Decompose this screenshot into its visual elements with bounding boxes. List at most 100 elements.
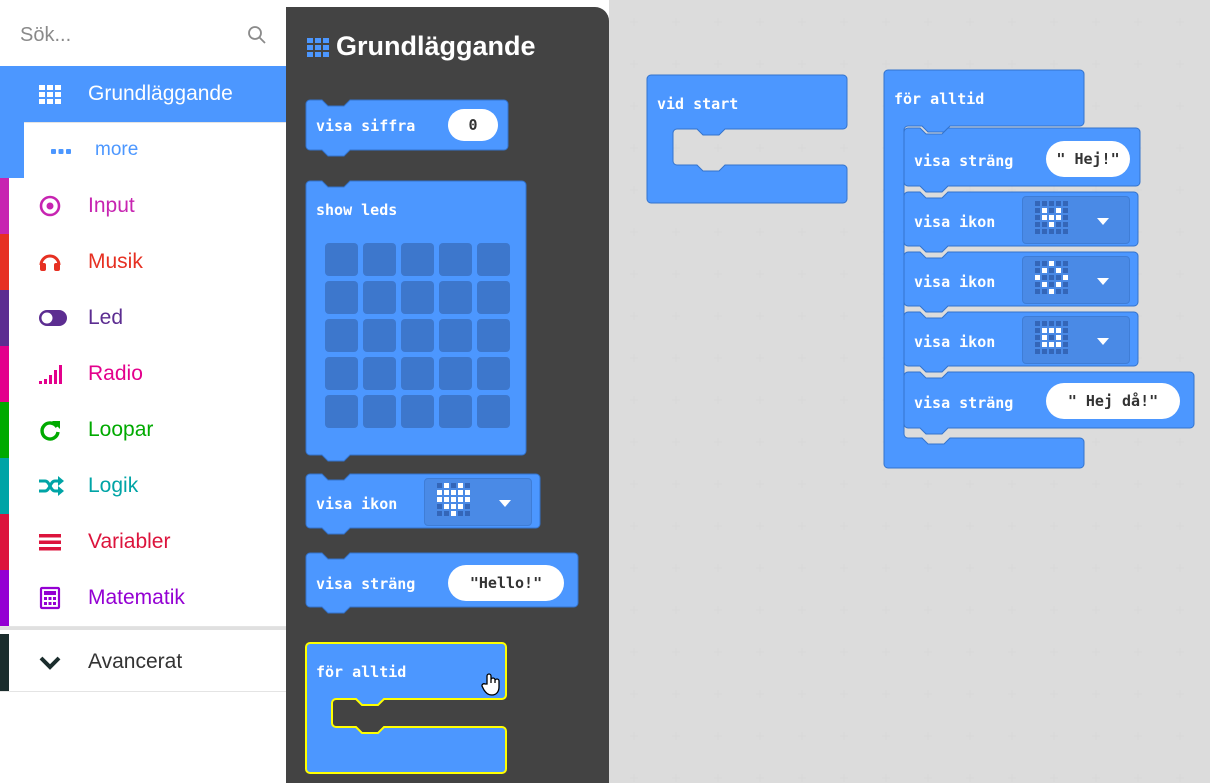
icon-dropdown[interactable] [1022,316,1130,364]
block-visa-ikon[interactable]: visa ikon [903,190,1139,253]
icon-pixel [1063,275,1068,280]
block-visa-strang[interactable]: visa sträng " Hej då!" [903,370,1195,435]
block-for-alltid-workspace[interactable]: för alltid visa sträng " Hej!" visa ikon… [883,68,1195,472]
led-cell[interactable] [401,319,434,352]
icon-pixel [1042,328,1047,333]
icon-pixel [1042,289,1047,294]
icon-pixel [1056,335,1061,340]
led-cell[interactable] [363,243,396,276]
led-cell[interactable] [363,319,396,352]
block-visa-ikon[interactable]: visa ikon [305,472,541,535]
icon-dropdown[interactable] [1022,256,1130,304]
led-matrix[interactable] [325,243,515,433]
icon-pixel [1049,208,1054,213]
led-cell[interactable] [439,243,472,276]
icon-pixel [458,504,463,509]
icon-pixel [1042,201,1047,206]
led-cell[interactable] [477,357,510,390]
string-input[interactable]: " Hej!" [1046,141,1130,177]
category-matematik[interactable]: Matematik [0,570,286,627]
workspace-canvas[interactable]: vid start för alltid visa sträng " Hej!"… [609,0,1210,783]
led-cell[interactable] [363,357,396,390]
led-cell[interactable] [439,357,472,390]
icon-pixel [1063,208,1068,213]
icon-pixel [1063,215,1068,220]
led-cell[interactable] [439,319,472,352]
led-cell[interactable] [325,319,358,352]
icon-pixel [1056,289,1061,294]
led-cell[interactable] [477,395,510,428]
icon-pixel [1056,268,1061,273]
category-led[interactable]: Led [0,290,286,347]
led-cell[interactable] [477,281,510,314]
icon-pixel [1063,342,1068,347]
category-logik[interactable]: Logik [0,458,286,515]
block-label: för alltid [316,663,407,681]
icon-pixel [1035,201,1040,206]
string-input[interactable]: "Hello!" [448,565,564,601]
block-visa-siffra[interactable]: visa siffra 0 [305,98,509,157]
led-cell[interactable] [401,281,434,314]
block-visa-ikon[interactable]: visa ikon [903,310,1139,373]
block-show-leds[interactable]: show leds [305,179,528,467]
block-vid-start[interactable]: vid start [646,73,851,209]
led-cell[interactable] [363,281,396,314]
icon-pixel [1056,215,1061,220]
category-musik[interactable]: Musik [0,234,286,291]
led-cell[interactable] [363,395,396,428]
category-color-bar [0,346,9,402]
target-icon [39,195,61,217]
category-color-bar [0,458,9,514]
category-color-bar [0,178,9,234]
category-input[interactable]: Input [0,178,286,235]
icon-pixel [1049,335,1054,340]
category-loopar[interactable]: Loopar [0,402,286,459]
icon-pixel [1035,275,1040,280]
led-cell[interactable] [325,357,358,390]
category-grundlaggande[interactable]: Grundläggande [0,66,286,123]
category-color-bar [0,234,9,290]
led-cell[interactable] [325,281,358,314]
block-label: visa ikon [914,273,996,291]
icon-pixel [1056,349,1061,354]
led-cell[interactable] [477,243,510,276]
icon-dropdown[interactable] [1022,196,1130,244]
chevron-down-icon [499,500,511,507]
led-cell[interactable] [477,319,510,352]
icon-pixel [1042,321,1047,326]
icon-pixel [1056,208,1061,213]
icon-pixel [1035,328,1040,333]
string-input[interactable]: " Hej då!" [1046,383,1180,419]
block-visa-strang[interactable]: visa sträng "Hello!" [305,551,579,614]
grid-icon [307,38,329,57]
icon-dropdown[interactable] [424,478,532,526]
signal-bars-icon [39,365,62,384]
icon-pixel [458,483,463,488]
dots-icon [51,149,71,154]
category-more[interactable]: more [0,122,286,179]
number-input[interactable]: 0 [448,109,498,141]
category-variabler[interactable]: Variabler [0,514,286,571]
search-icon[interactable] [247,25,267,45]
icon-pixel [1056,201,1061,206]
search-input[interactable] [18,18,242,52]
category-avancerat[interactable]: Avancerat [0,634,286,692]
chevron-down-icon [1097,278,1109,285]
flyout-title: Grundläggande [306,31,536,62]
icon-pixel [444,504,449,509]
icon-pixel [1063,328,1068,333]
block-visa-strang[interactable]: visa sträng " Hej!" [903,126,1141,193]
led-cell[interactable] [325,395,358,428]
block-for-alltid[interactable]: för alltid [305,641,508,779]
icon-pixel [465,504,470,509]
block-visa-ikon[interactable]: visa ikon [903,250,1139,313]
led-cell[interactable] [325,243,358,276]
category-radio[interactable]: Radio [0,346,286,403]
led-cell[interactable] [439,395,472,428]
led-cell[interactable] [439,281,472,314]
icon-pixel [1035,215,1040,220]
block-label: show leds [316,201,398,219]
led-cell[interactable] [401,357,434,390]
led-cell[interactable] [401,395,434,428]
led-cell[interactable] [401,243,434,276]
